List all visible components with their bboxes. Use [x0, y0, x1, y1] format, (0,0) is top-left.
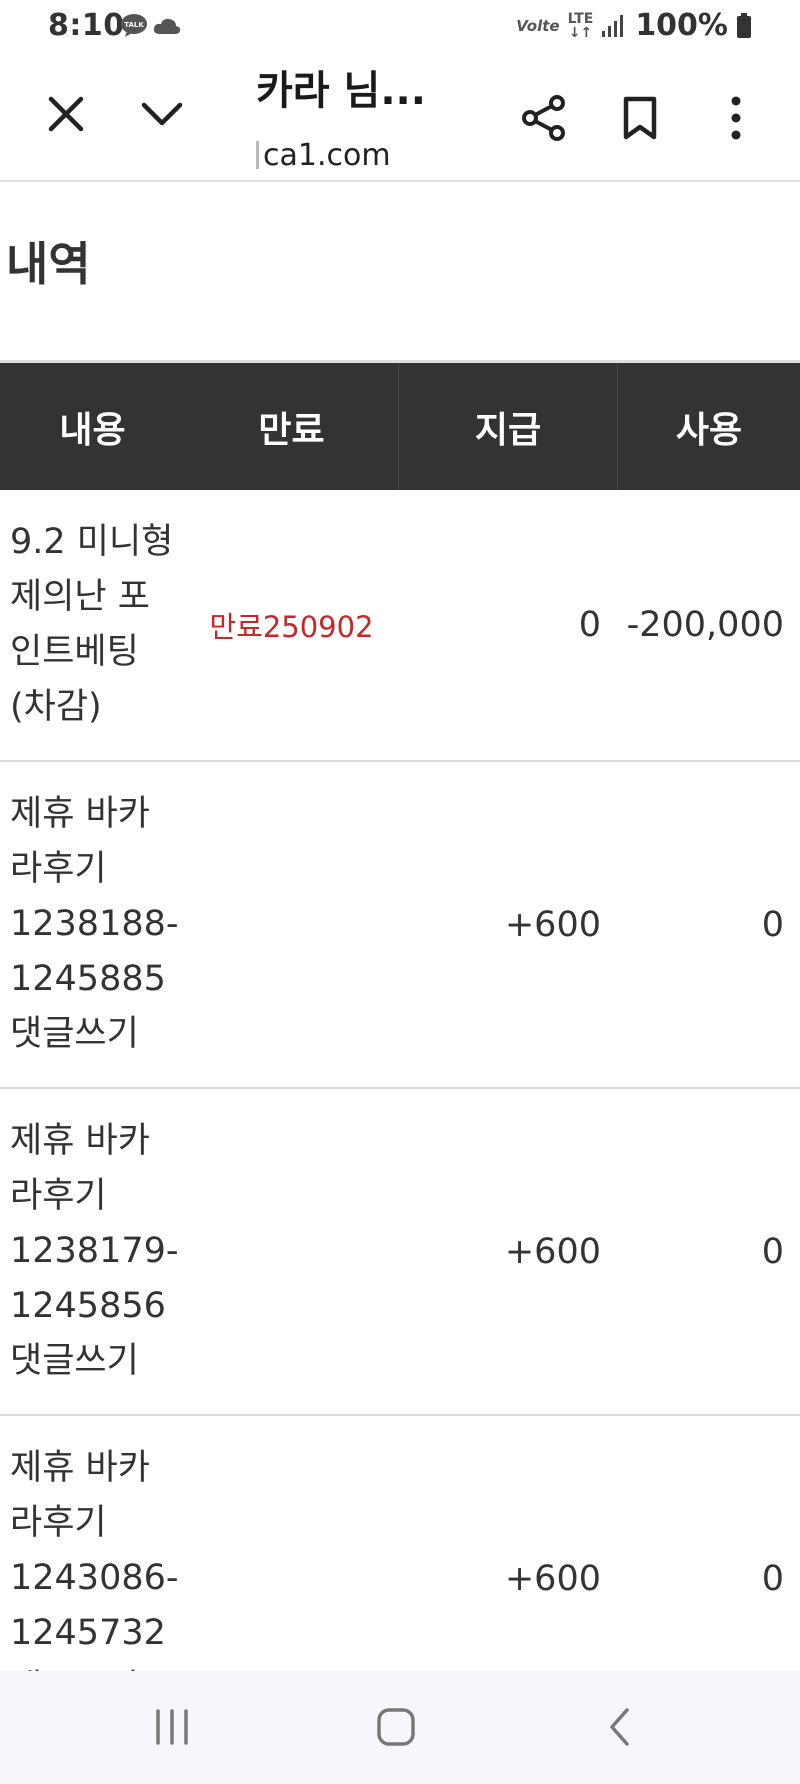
- table-header: 내용 만료 지급 사용: [0, 363, 800, 490]
- more-options-button[interactable]: [704, 86, 768, 150]
- row-expire: [185, 1089, 398, 1414]
- status-right-group: Volte LTE ↓↑ 100%: [516, 8, 752, 43]
- minimize-button[interactable]: [130, 82, 194, 146]
- cloud-icon: [153, 18, 181, 34]
- section-heading: 내역: [6, 237, 91, 291]
- row-used: 0: [761, 904, 784, 945]
- row-paid: +600: [504, 904, 601, 945]
- close-icon: [48, 96, 84, 132]
- bookmark-button[interactable]: [608, 86, 672, 150]
- row-used: 0: [761, 1231, 784, 1272]
- row-paid: +600: [504, 1231, 601, 1272]
- recent-apps-icon: [156, 1709, 188, 1745]
- browser-toolbar: 카라 님... ca1.com: [0, 52, 800, 182]
- back-icon: [610, 1708, 629, 1746]
- header-expire: 만료: [258, 409, 325, 451]
- share-button[interactable]: [512, 86, 576, 150]
- system-navigation-bar: [0, 1671, 800, 1784]
- close-button[interactable]: [34, 82, 98, 146]
- row-expire: 만료250902: [209, 610, 374, 644]
- battery-icon: [737, 12, 751, 38]
- battery-percent: 100%: [635, 8, 728, 43]
- row-description: 제휴 바카 라후기 1238188- 1245885 댓글쓰기: [10, 794, 179, 1054]
- table-row: 제휴 바카 라후기 1238188- 1245885 댓글쓰기 +600 0: [0, 762, 800, 1089]
- signal-icon: [602, 14, 624, 37]
- header-used: 사용: [617, 363, 800, 490]
- row-used: -200,000: [626, 605, 784, 645]
- lte-indicator: LTE ↓↑: [567, 10, 594, 41]
- header-content: 내용: [59, 409, 126, 451]
- row-expire: [185, 762, 398, 1087]
- svg-text:TALK: TALK: [124, 21, 144, 29]
- share-icon: [522, 95, 565, 141]
- status-time: 8:10: [48, 8, 125, 43]
- table-row: 제휴 바카 라후기 1238179- 1245856 댓글쓰기 +600 0: [0, 1089, 800, 1416]
- kakaotalk-icon: TALK: [121, 14, 147, 37]
- chevron-down-icon: [141, 102, 183, 126]
- back-button[interactable]: [580, 1695, 660, 1759]
- bookmark-icon: [623, 96, 657, 140]
- row-paid: 0: [578, 605, 601, 645]
- home-icon: [377, 1708, 415, 1746]
- page-title-label[interactable]: 카라 님...: [256, 58, 426, 116]
- history-table: 내용 만료 지급 사용 9.2 미니형 제의난 포 인트베팅 (차감) 만료25…: [0, 363, 800, 1743]
- home-button[interactable]: [356, 1695, 436, 1759]
- row-description: 9.2 미니형 제의난 포 인트베팅 (차감): [10, 522, 174, 727]
- header-paid: 지급: [398, 363, 617, 490]
- recent-apps-button[interactable]: [132, 1695, 212, 1759]
- table-row: 9.2 미니형 제의난 포 인트베팅 (차감) 만료250902 0 -200,…: [0, 490, 800, 762]
- volte-indicator: Volte: [516, 16, 560, 35]
- url-label[interactable]: ca1.com: [256, 138, 391, 173]
- status-bar: 8:10 TALK Volte LTE ↓↑ 100%: [0, 0, 800, 52]
- row-description: 제휴 바카 라후기 1238179- 1245856 댓글쓰기: [10, 1121, 179, 1381]
- app-root: 8:10 TALK Volte LTE ↓↑ 100% 카라 님... ca1.…: [0, 0, 800, 1784]
- more-vertical-icon: [731, 96, 741, 140]
